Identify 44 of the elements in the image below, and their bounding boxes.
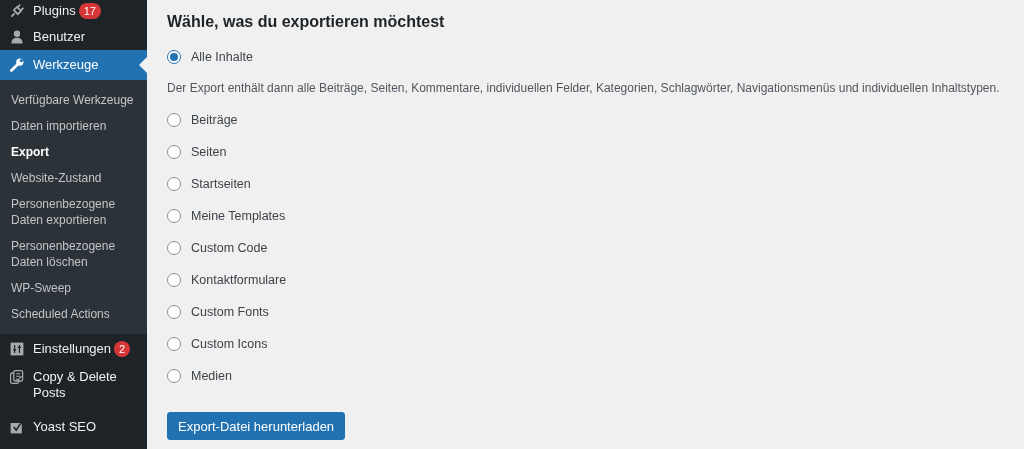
radio-button[interactable] [167, 145, 181, 159]
radio-option[interactable]: Startseiten [167, 175, 1024, 193]
submenu-item[interactable]: Scheduled Actions [0, 301, 147, 327]
wrench-icon [9, 57, 25, 73]
menu-item[interactable]: Copy & Delete Posts [0, 364, 147, 406]
radio-button[interactable] [167, 273, 181, 287]
radio-option[interactable]: Meine Templates [167, 207, 1024, 225]
copy-icon [9, 369, 25, 385]
radio-option[interactable]: Medien [167, 367, 1024, 385]
radio-option[interactable]: Alle Inhalte [167, 48, 1024, 66]
menu-item[interactable]: Plugins 17 [0, 0, 147, 24]
submenu-item[interactable]: Personenbezogene Daten löschen [0, 233, 147, 275]
download-button[interactable]: Export-Datei herunterladen [167, 412, 346, 440]
menu-item[interactable]: Benutzer [0, 24, 147, 50]
menu-item[interactable]: Yoast SEO [0, 414, 147, 440]
menu-item[interactable]: Werkzeuge [0, 50, 147, 80]
submenu-item[interactable]: Export [0, 139, 147, 165]
submenu-item[interactable]: Personenbezogene Daten exportieren [0, 191, 147, 233]
radio-option[interactable]: Custom Icons [167, 335, 1024, 353]
submenu-item[interactable]: Daten importieren [0, 113, 147, 139]
radio-option[interactable]: Seiten [167, 143, 1024, 161]
radio-option[interactable]: Custom Code [167, 239, 1024, 257]
radio-button[interactable] [167, 369, 181, 383]
radio-button[interactable] [167, 177, 181, 191]
radio-option[interactable]: Kontaktformulare [167, 271, 1024, 289]
section-heading: Wähle, was du exportieren möchtest [167, 12, 446, 32]
radio-button[interactable] [167, 50, 181, 64]
plug-icon [9, 3, 25, 19]
radio-button[interactable] [167, 113, 181, 127]
submenu-item[interactable]: Verfügbare Werkzeuge [0, 87, 147, 113]
count-badge: 2 [114, 341, 131, 357]
radio-button[interactable] [167, 305, 181, 319]
option-description: Der Export enthält dann alle Beiträge, Seiten, Kommentare, individuellen Felder, Kategorien, Schlagwörter, Navigationsmenüs und individuellen Inhaltstypen. [167, 80, 1001, 96]
user-icon [9, 29, 25, 45]
submenu-item[interactable]: WP-Sweep [0, 275, 147, 301]
sliders-icon [9, 341, 25, 357]
submenu-item[interactable]: Website-Zustand [0, 165, 147, 191]
radio-option[interactable]: Beiträge [167, 111, 1024, 129]
menu-item[interactable]: Einstellungen 2 [0, 336, 147, 362]
radio-button[interactable] [167, 337, 181, 351]
radio-button[interactable] [167, 209, 181, 223]
radio-button[interactable] [167, 241, 181, 255]
radio-option[interactable]: Custom Fonts [167, 303, 1024, 321]
count-badge: 17 [78, 3, 101, 19]
